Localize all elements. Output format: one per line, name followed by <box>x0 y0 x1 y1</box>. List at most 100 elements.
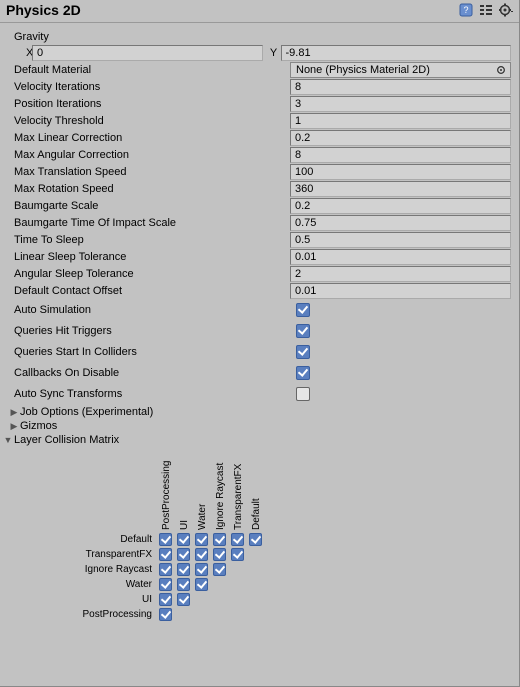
field-input[interactable] <box>290 232 511 248</box>
field-label: Max Angular Correction <box>8 149 290 161</box>
field-label: Max Linear Correction <box>8 132 290 144</box>
matrix-column-label: PostProcessing <box>158 450 176 530</box>
callbacks-on-disable-checkbox[interactable] <box>296 366 310 380</box>
matrix-checkbox[interactable] <box>195 563 208 576</box>
job-options-label: Job Options (Experimental) <box>20 406 153 418</box>
field-input[interactable] <box>290 181 511 197</box>
field-input[interactable] <box>290 198 511 214</box>
matrix-checkbox[interactable] <box>177 533 190 546</box>
numeric-field-row: Default Contact Offset <box>8 283 511 299</box>
field-input[interactable] <box>290 147 511 163</box>
callbacks-on-disable-row: Callbacks On Disable <box>8 363 511 383</box>
auto-sync-transforms-checkbox[interactable] <box>296 387 310 401</box>
field-label: Max Rotation Speed <box>8 183 290 195</box>
field-label: Linear Sleep Tolerance <box>8 251 290 263</box>
field-label: Velocity Iterations <box>8 81 290 93</box>
queries-start-in-colliders-row: Queries Start In Colliders <box>8 342 511 362</box>
panel-body: Gravity X Y Default Material None (Physi… <box>0 23 519 638</box>
layer-collision-matrix-label: Layer Collision Matrix <box>14 434 119 446</box>
field-label: Angular Sleep Tolerance <box>8 268 290 280</box>
matrix-checkbox[interactable] <box>231 548 244 561</box>
field-input[interactable] <box>290 79 511 95</box>
field-label: Default Contact Offset <box>8 285 290 297</box>
svg-text:?: ? <box>463 5 468 15</box>
object-picker-icon[interactable] <box>494 63 508 77</box>
matrix-checkbox[interactable] <box>159 563 172 576</box>
field-label: Baumgarte Scale <box>8 200 290 212</box>
numeric-field-row: Baumgarte Scale <box>8 198 511 214</box>
default-material-label: Default Material <box>8 64 290 76</box>
matrix-checkbox[interactable] <box>177 593 190 606</box>
gizmos-foldout[interactable]: ▶ Gizmos <box>8 420 511 432</box>
queries-hit-triggers-row: Queries Hit Triggers <box>8 321 511 341</box>
matrix-checkbox[interactable] <box>231 533 244 546</box>
matrix-checkbox[interactable] <box>159 533 172 546</box>
matrix-checkbox[interactable] <box>177 578 190 591</box>
presets-icon[interactable] <box>479 3 493 17</box>
default-material-value: None (Physics Material 2D) <box>296 64 494 76</box>
auto-simulation-row: Auto Simulation <box>8 300 511 320</box>
gravity-y-label: Y <box>267 47 281 59</box>
matrix-row: UI <box>8 592 264 607</box>
matrix-row: PostProcessing <box>8 607 264 622</box>
matrix-checkbox[interactable] <box>159 578 172 591</box>
gear-icon[interactable] <box>499 3 513 17</box>
matrix-checkbox[interactable] <box>159 608 172 621</box>
queries-start-in-colliders-label: Queries Start In Colliders <box>8 346 290 358</box>
job-options-foldout[interactable]: ▶ Job Options (Experimental) <box>8 406 511 418</box>
layer-collision-matrix-foldout[interactable]: ▼ Layer Collision Matrix <box>2 434 511 446</box>
foldout-open-icon: ▼ <box>2 435 14 445</box>
foldout-closed-icon: ▶ <box>8 407 20 418</box>
matrix-row: Water <box>8 577 264 592</box>
matrix-checkbox[interactable] <box>195 548 208 561</box>
matrix-row: Ignore Raycast <box>8 562 264 577</box>
foldout-closed-icon: ▶ <box>8 421 20 432</box>
numeric-field-row: Max Angular Correction <box>8 147 511 163</box>
field-input[interactable] <box>290 249 511 265</box>
gravity-label: Gravity <box>14 31 511 43</box>
matrix-column-label: Ignore Raycast <box>212 450 230 530</box>
numeric-field-row: Velocity Threshold <box>8 113 511 129</box>
matrix-checkbox[interactable] <box>249 533 262 546</box>
callbacks-on-disable-label: Callbacks On Disable <box>8 367 290 379</box>
field-input[interactable] <box>290 113 511 129</box>
matrix-column-label: Default <box>248 450 266 530</box>
auto-simulation-label: Auto Simulation <box>8 304 290 316</box>
matrix-checkbox[interactable] <box>177 548 190 561</box>
matrix-checkbox[interactable] <box>213 533 226 546</box>
field-input[interactable] <box>290 215 511 231</box>
matrix-checkbox[interactable] <box>213 548 226 561</box>
numeric-field-row: Max Translation Speed <box>8 164 511 180</box>
panel-title: Physics 2D <box>6 2 459 18</box>
matrix-checkbox[interactable] <box>159 548 172 561</box>
help-icon[interactable]: ? <box>459 3 473 17</box>
queries-start-in-colliders-checkbox[interactable] <box>296 345 310 359</box>
matrix-checkbox[interactable] <box>213 563 226 576</box>
matrix-checkbox[interactable] <box>177 563 190 576</box>
gravity-x-input[interactable] <box>32 45 263 61</box>
numeric-field-row: Linear Sleep Tolerance <box>8 249 511 265</box>
gravity-y-input[interactable] <box>281 45 512 61</box>
field-label: Velocity Threshold <box>8 115 290 127</box>
matrix-row-label: PostProcessing <box>8 609 156 620</box>
field-input[interactable] <box>290 96 511 112</box>
matrix-checkbox[interactable] <box>159 593 172 606</box>
field-input[interactable] <box>290 283 511 299</box>
field-input[interactable] <box>290 130 511 146</box>
queries-hit-triggers-checkbox[interactable] <box>296 324 310 338</box>
auto-simulation-checkbox[interactable] <box>296 303 310 317</box>
gizmos-label: Gizmos <box>20 420 57 432</box>
matrix-row: Default <box>8 532 264 547</box>
matrix-column-label: UI <box>176 450 194 530</box>
auto-sync-transforms-row: Auto Sync Transforms <box>8 384 511 404</box>
layer-collision-matrix: PostProcessingUIWaterIgnore RaycastTrans… <box>8 450 511 630</box>
field-input[interactable] <box>290 266 511 282</box>
matrix-checkbox[interactable] <box>195 578 208 591</box>
matrix-row-label: Water <box>8 579 156 590</box>
default-material-row: Default Material None (Physics Material … <box>8 62 511 78</box>
gravity-row: X Y <box>8 45 511 61</box>
matrix-checkbox[interactable] <box>195 533 208 546</box>
field-input[interactable] <box>290 164 511 180</box>
default-material-field[interactable]: None (Physics Material 2D) <box>290 62 511 78</box>
matrix-row-label: Ignore Raycast <box>8 564 156 575</box>
